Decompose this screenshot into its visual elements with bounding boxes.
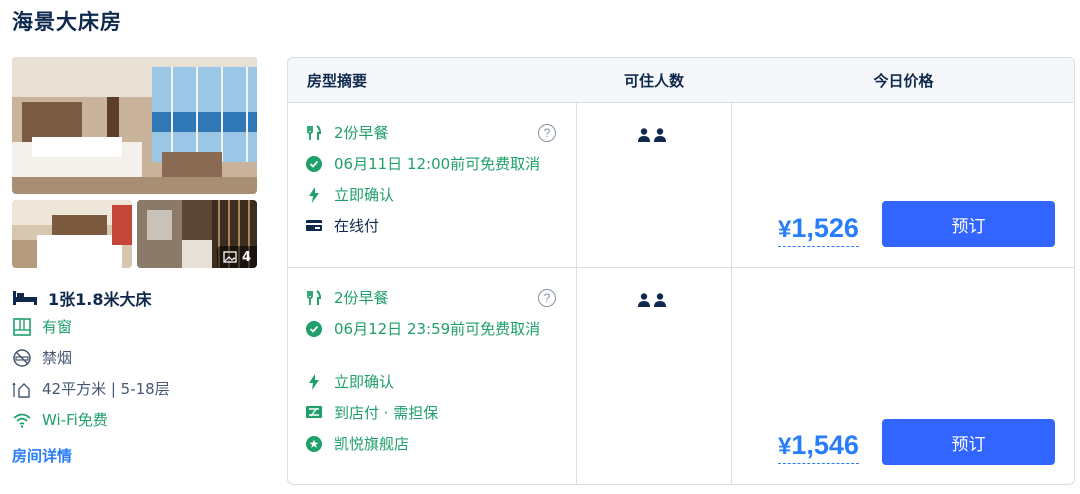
breakfast-label: 2份早餐: [334, 289, 389, 307]
price-amount: 1,526: [791, 213, 859, 243]
credit-card-icon: [306, 220, 322, 231]
area-icon: [12, 382, 30, 398]
confirm-label: 立即确认: [334, 373, 395, 391]
confirm-label: 立即确认: [334, 186, 395, 204]
instant-confirm-info: 立即确认: [306, 184, 544, 206]
photo-count-text: 4: [241, 249, 251, 265]
pay-at-hotel-icon: [306, 406, 322, 418]
area-label: 42平方米 | 5-18层: [42, 380, 170, 398]
photo-count-badge[interactable]: 4: [216, 246, 257, 268]
window-icon: [13, 317, 31, 336]
star-badge-icon: [306, 436, 322, 452]
column-divider: [731, 103, 732, 484]
rate-table: 房型摘要 可住人数 今日价格 2份早餐 ? 06月11日 12:00前可免费取消: [287, 57, 1075, 485]
check-circle-icon: [306, 156, 322, 172]
breakfast-info: 2份早餐: [306, 287, 544, 309]
room-photo-thumb-2[interactable]: 4: [137, 200, 257, 268]
flagship-store-info: 凯悦旗舰店: [306, 433, 544, 455]
row-divider: [288, 267, 1074, 268]
price-amount: 1,546: [791, 430, 859, 460]
help-icon[interactable]: ?: [538, 124, 556, 142]
lightning-icon: [309, 187, 319, 203]
guest-count: [638, 128, 666, 142]
wifi-icon: [13, 413, 31, 428]
flagship-label: 凯悦旗舰店: [334, 435, 410, 453]
person-icon: [638, 128, 650, 142]
price[interactable]: ¥1,546: [778, 429, 859, 464]
instant-confirm-info: 立即确认: [306, 371, 544, 393]
bed-label: 1张1.8米大床: [48, 290, 152, 309]
breakfast-icon: [307, 290, 322, 305]
window-label: 有窗: [42, 318, 73, 336]
person-icon: [654, 128, 666, 142]
check-circle-icon: [306, 321, 322, 337]
room-details-link[interactable]: 房间详情: [12, 445, 72, 466]
breakfast-icon: [307, 125, 322, 140]
bed-icon: [13, 291, 37, 305]
book-button[interactable]: 预订: [882, 201, 1055, 247]
payment-info: 到店付 · 需担保: [306, 402, 544, 424]
room-photo-thumb-1[interactable]: [12, 200, 132, 268]
cancel-policy: 06月11日 12:00前可免费取消: [334, 155, 541, 173]
room-title: 海景大床房: [12, 10, 122, 34]
help-icon[interactable]: ?: [538, 289, 556, 307]
bed-info: 1张1.8米大床: [12, 286, 151, 310]
payment-label: 在线付: [334, 217, 380, 235]
header-price: 今日价格: [873, 72, 934, 90]
column-divider: [576, 103, 577, 484]
breakfast-label: 2份早餐: [334, 124, 389, 142]
cancel-policy: 06月12日 23:59前可免费取消: [334, 320, 541, 338]
free-cancel-info: 06月12日 23:59前可免费取消: [306, 318, 552, 340]
header-summary: 房型摘要: [307, 72, 368, 90]
free-cancel-info: 06月11日 12:00前可免费取消: [306, 153, 564, 175]
person-icon: [654, 293, 666, 307]
wifi-label: Wi-Fi免费: [42, 411, 108, 429]
rate-table-header: 房型摘要 可住人数 今日价格: [288, 58, 1074, 103]
wifi-info: Wi-Fi免费: [12, 409, 108, 430]
payment-info: 在线付: [306, 215, 544, 237]
price[interactable]: ¥1,526: [778, 212, 859, 247]
lightning-icon: [309, 374, 319, 390]
room-photo-main[interactable]: [12, 57, 257, 194]
person-icon: [638, 293, 650, 307]
book-button[interactable]: 预订: [882, 419, 1055, 465]
header-guests: 可住人数: [623, 72, 684, 90]
image-icon: [223, 251, 237, 263]
breakfast-info: 2份早餐: [306, 122, 544, 144]
window-info: 有窗: [12, 316, 72, 337]
area-info: 42平方米 | 5-18层: [12, 378, 170, 399]
no-smoking-icon: [13, 348, 31, 367]
smoking-label: 禁烟: [42, 349, 73, 367]
guest-count: [638, 293, 666, 307]
payment-label: 到店付 · 需担保: [334, 404, 439, 422]
smoking-info: 禁烟: [12, 347, 72, 368]
